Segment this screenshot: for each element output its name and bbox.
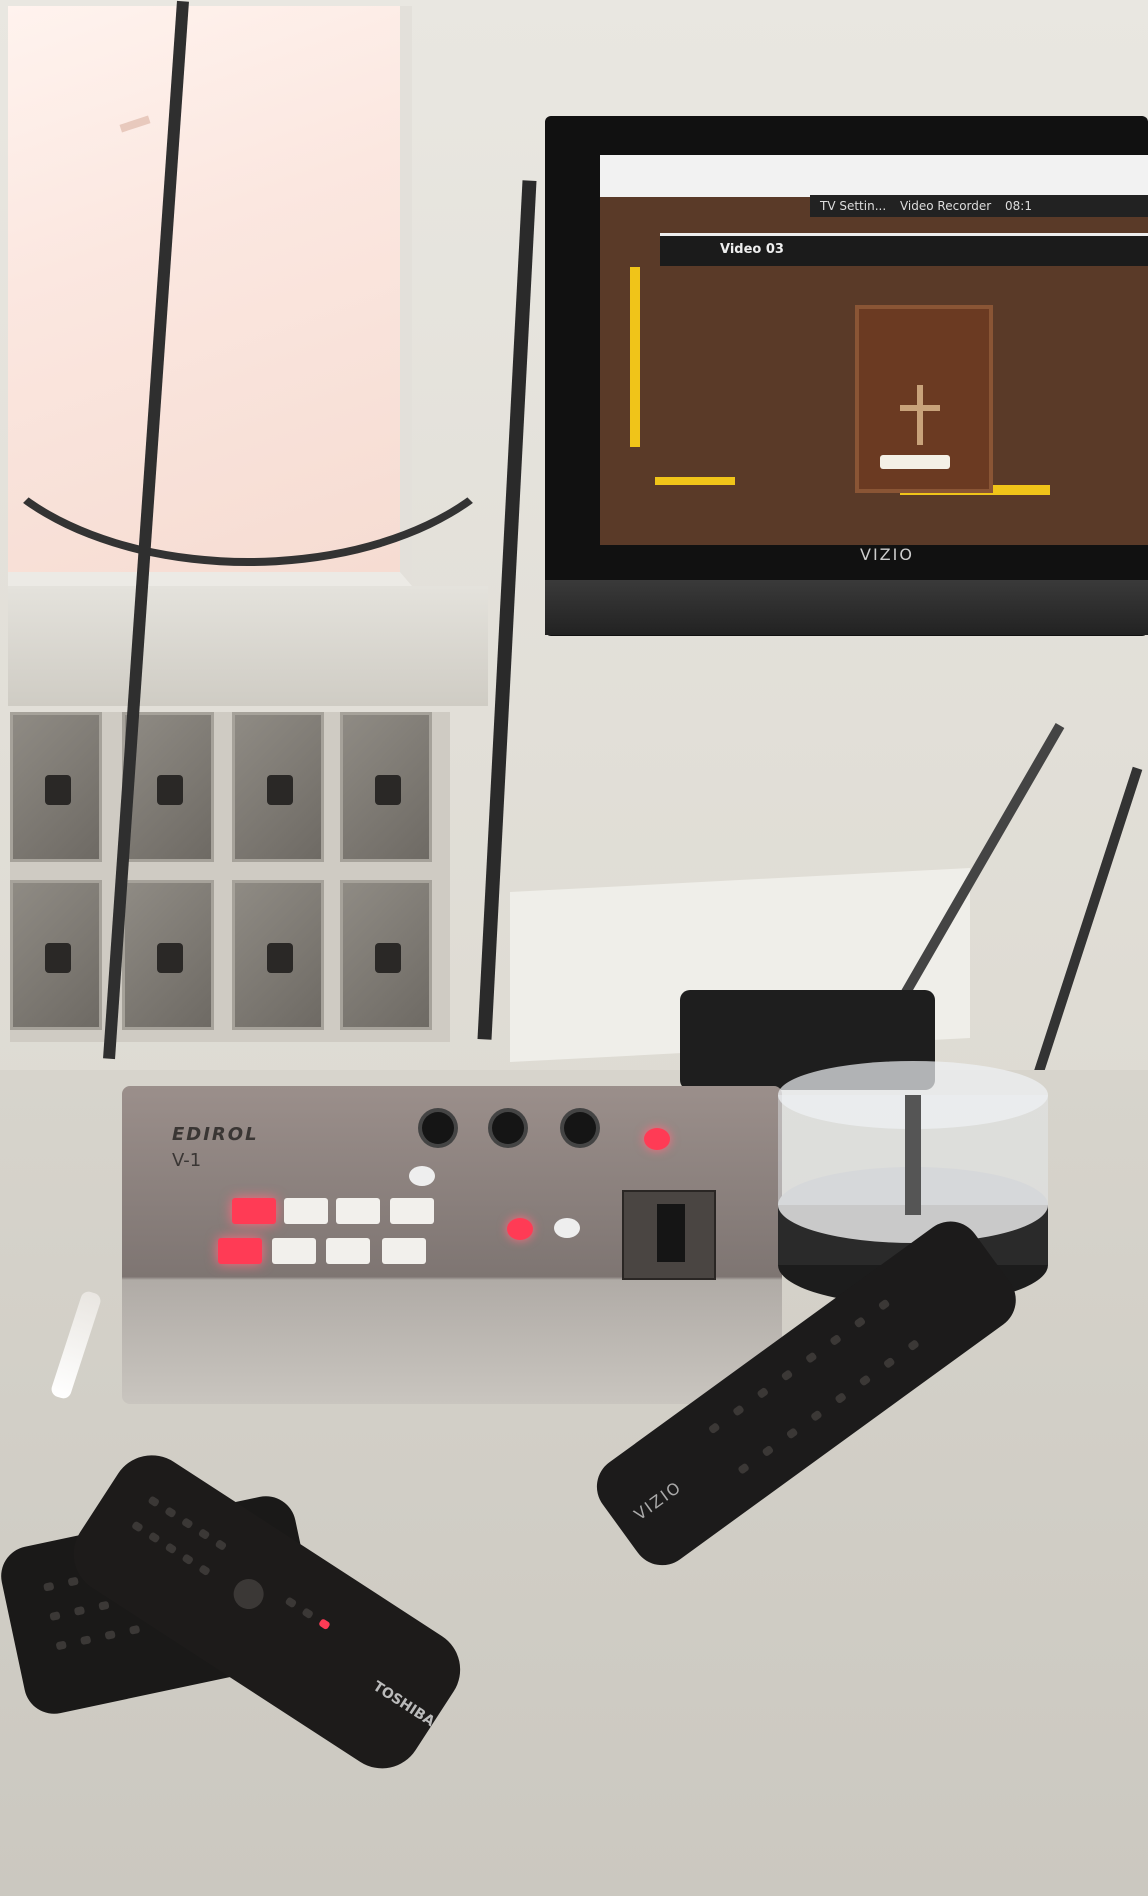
mixer-brand: EDIROL xyxy=(172,1124,259,1145)
mixer-effect-button[interactable] xyxy=(554,1218,580,1238)
cross-icon xyxy=(917,385,923,445)
mixer-effect-button[interactable] xyxy=(507,1218,533,1240)
mixer-button-a3[interactable] xyxy=(336,1198,380,1224)
tv-volume-slider xyxy=(630,267,640,447)
mixer-knob[interactable] xyxy=(422,1112,454,1144)
wall-jack-plate xyxy=(10,880,102,1030)
mixer-button[interactable] xyxy=(409,1166,435,1186)
tv-slider-small xyxy=(655,477,735,485)
mixer-button-a2[interactable] xyxy=(284,1198,328,1224)
wall-jack-plate xyxy=(340,712,432,862)
cross-icon-bar xyxy=(900,405,940,411)
video-mixer: EDIROL V-1 xyxy=(122,1086,782,1404)
tv-osd-status: TV Settin... Video Recorder 08:1 xyxy=(810,195,1148,217)
wall-jack-plate xyxy=(10,712,102,862)
tv-input-bar: Video 03 xyxy=(660,233,1148,266)
window-sill xyxy=(8,586,488,706)
wall-jack-plate xyxy=(232,880,324,1030)
mixer-indicator xyxy=(644,1128,670,1150)
mixer-knob[interactable] xyxy=(492,1112,524,1144)
mixer-button-b3[interactable] xyxy=(326,1238,370,1264)
mixer-button-a4[interactable] xyxy=(390,1198,434,1224)
tv-status-right: Video Recorder xyxy=(899,199,992,213)
mixer-knob[interactable] xyxy=(564,1112,596,1144)
open-book xyxy=(880,455,950,469)
spindle-post xyxy=(905,1095,921,1215)
toshiba-brand: TOSHIBA xyxy=(369,1678,438,1730)
mixer-button-b1[interactable] xyxy=(218,1238,262,1264)
tv-screen: TV Settin... Video Recorder 08:1 Video 0… xyxy=(600,155,1148,545)
tv-soundbar xyxy=(545,580,1148,635)
tv-osd-topbar xyxy=(600,155,1148,197)
wall-plate-panel xyxy=(10,712,450,1042)
wall-jack-plate xyxy=(232,712,324,862)
wall-jack-plate xyxy=(340,880,432,1030)
vizio-remote-brand: VIZIO xyxy=(630,1476,686,1525)
mixer-tbar[interactable] xyxy=(657,1204,685,1262)
tv-brand: VIZIO xyxy=(860,545,914,564)
wall-jack-plate xyxy=(122,880,214,1030)
tv-time: 08:1 xyxy=(1005,199,1032,213)
tv-input-label: Video 03 xyxy=(720,242,784,257)
tv-status-left: TV Settin... xyxy=(820,199,887,213)
mixer-button-a1[interactable] xyxy=(232,1198,276,1224)
mixer-model: V-1 xyxy=(172,1150,202,1171)
mixer-button-b2[interactable] xyxy=(272,1238,316,1264)
mixer-button-b4[interactable] xyxy=(382,1238,426,1264)
